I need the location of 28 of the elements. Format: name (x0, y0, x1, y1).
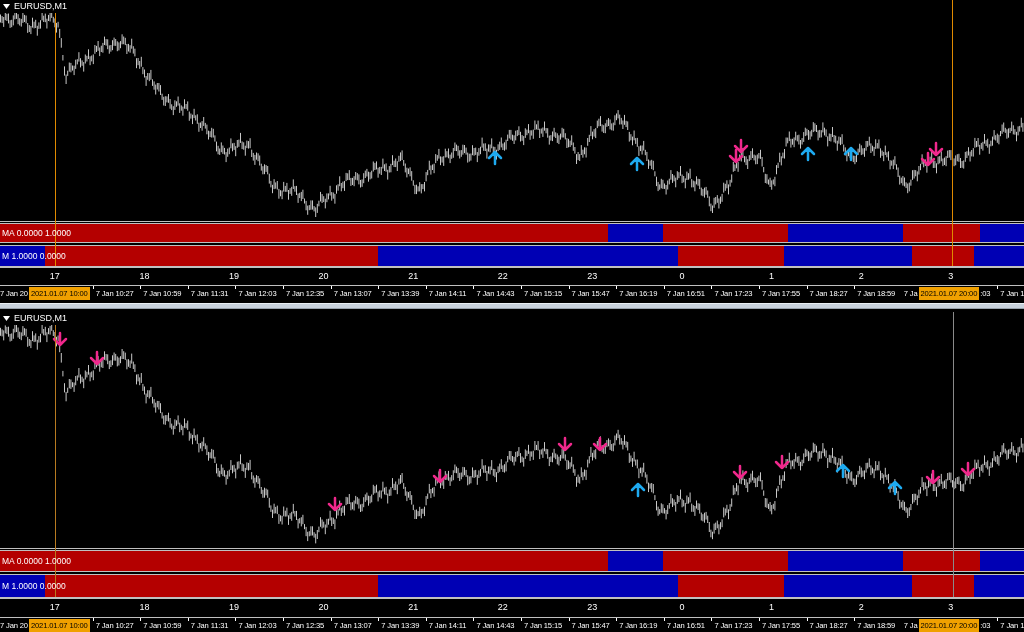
chart-title: EURUSD,M1 (14, 313, 67, 324)
hour-label: 20 (317, 269, 330, 283)
hour-label: 3 (947, 269, 955, 283)
hour-label: 0 (678, 269, 686, 283)
hour-label: 20 (317, 601, 330, 615)
hour-label: 22 (496, 269, 509, 283)
chart-title: EURUSD,M1 (14, 1, 67, 12)
indicator-label: MA 0.0000 1.0000 (2, 556, 71, 566)
hour-label: 21 (407, 601, 420, 615)
hour-label: 1 (768, 269, 776, 283)
hour-label: 0 (678, 601, 686, 615)
dropdown-triangle-icon[interactable] (3, 4, 10, 9)
hour-label: 23 (586, 269, 599, 283)
dropdown-triangle-icon[interactable] (3, 316, 10, 321)
hour-label: 23 (586, 601, 599, 615)
hour-label: 1 (768, 601, 776, 615)
hour-label: 17 (48, 601, 61, 615)
hour-label: 17 (48, 269, 61, 283)
hour-label: 2 (857, 601, 865, 615)
indicator-label: MA 0.0000 1.0000 (2, 228, 71, 238)
hour-label: 22 (496, 601, 509, 615)
hour-label: 2 (857, 269, 865, 283)
hour-label: 19 (227, 269, 240, 283)
hour-label: 19 (227, 601, 240, 615)
hour-label: 18 (138, 269, 151, 283)
hour-label: 3 (947, 601, 955, 615)
hour-label: 18 (138, 601, 151, 615)
hour-label: 21 (407, 269, 420, 283)
